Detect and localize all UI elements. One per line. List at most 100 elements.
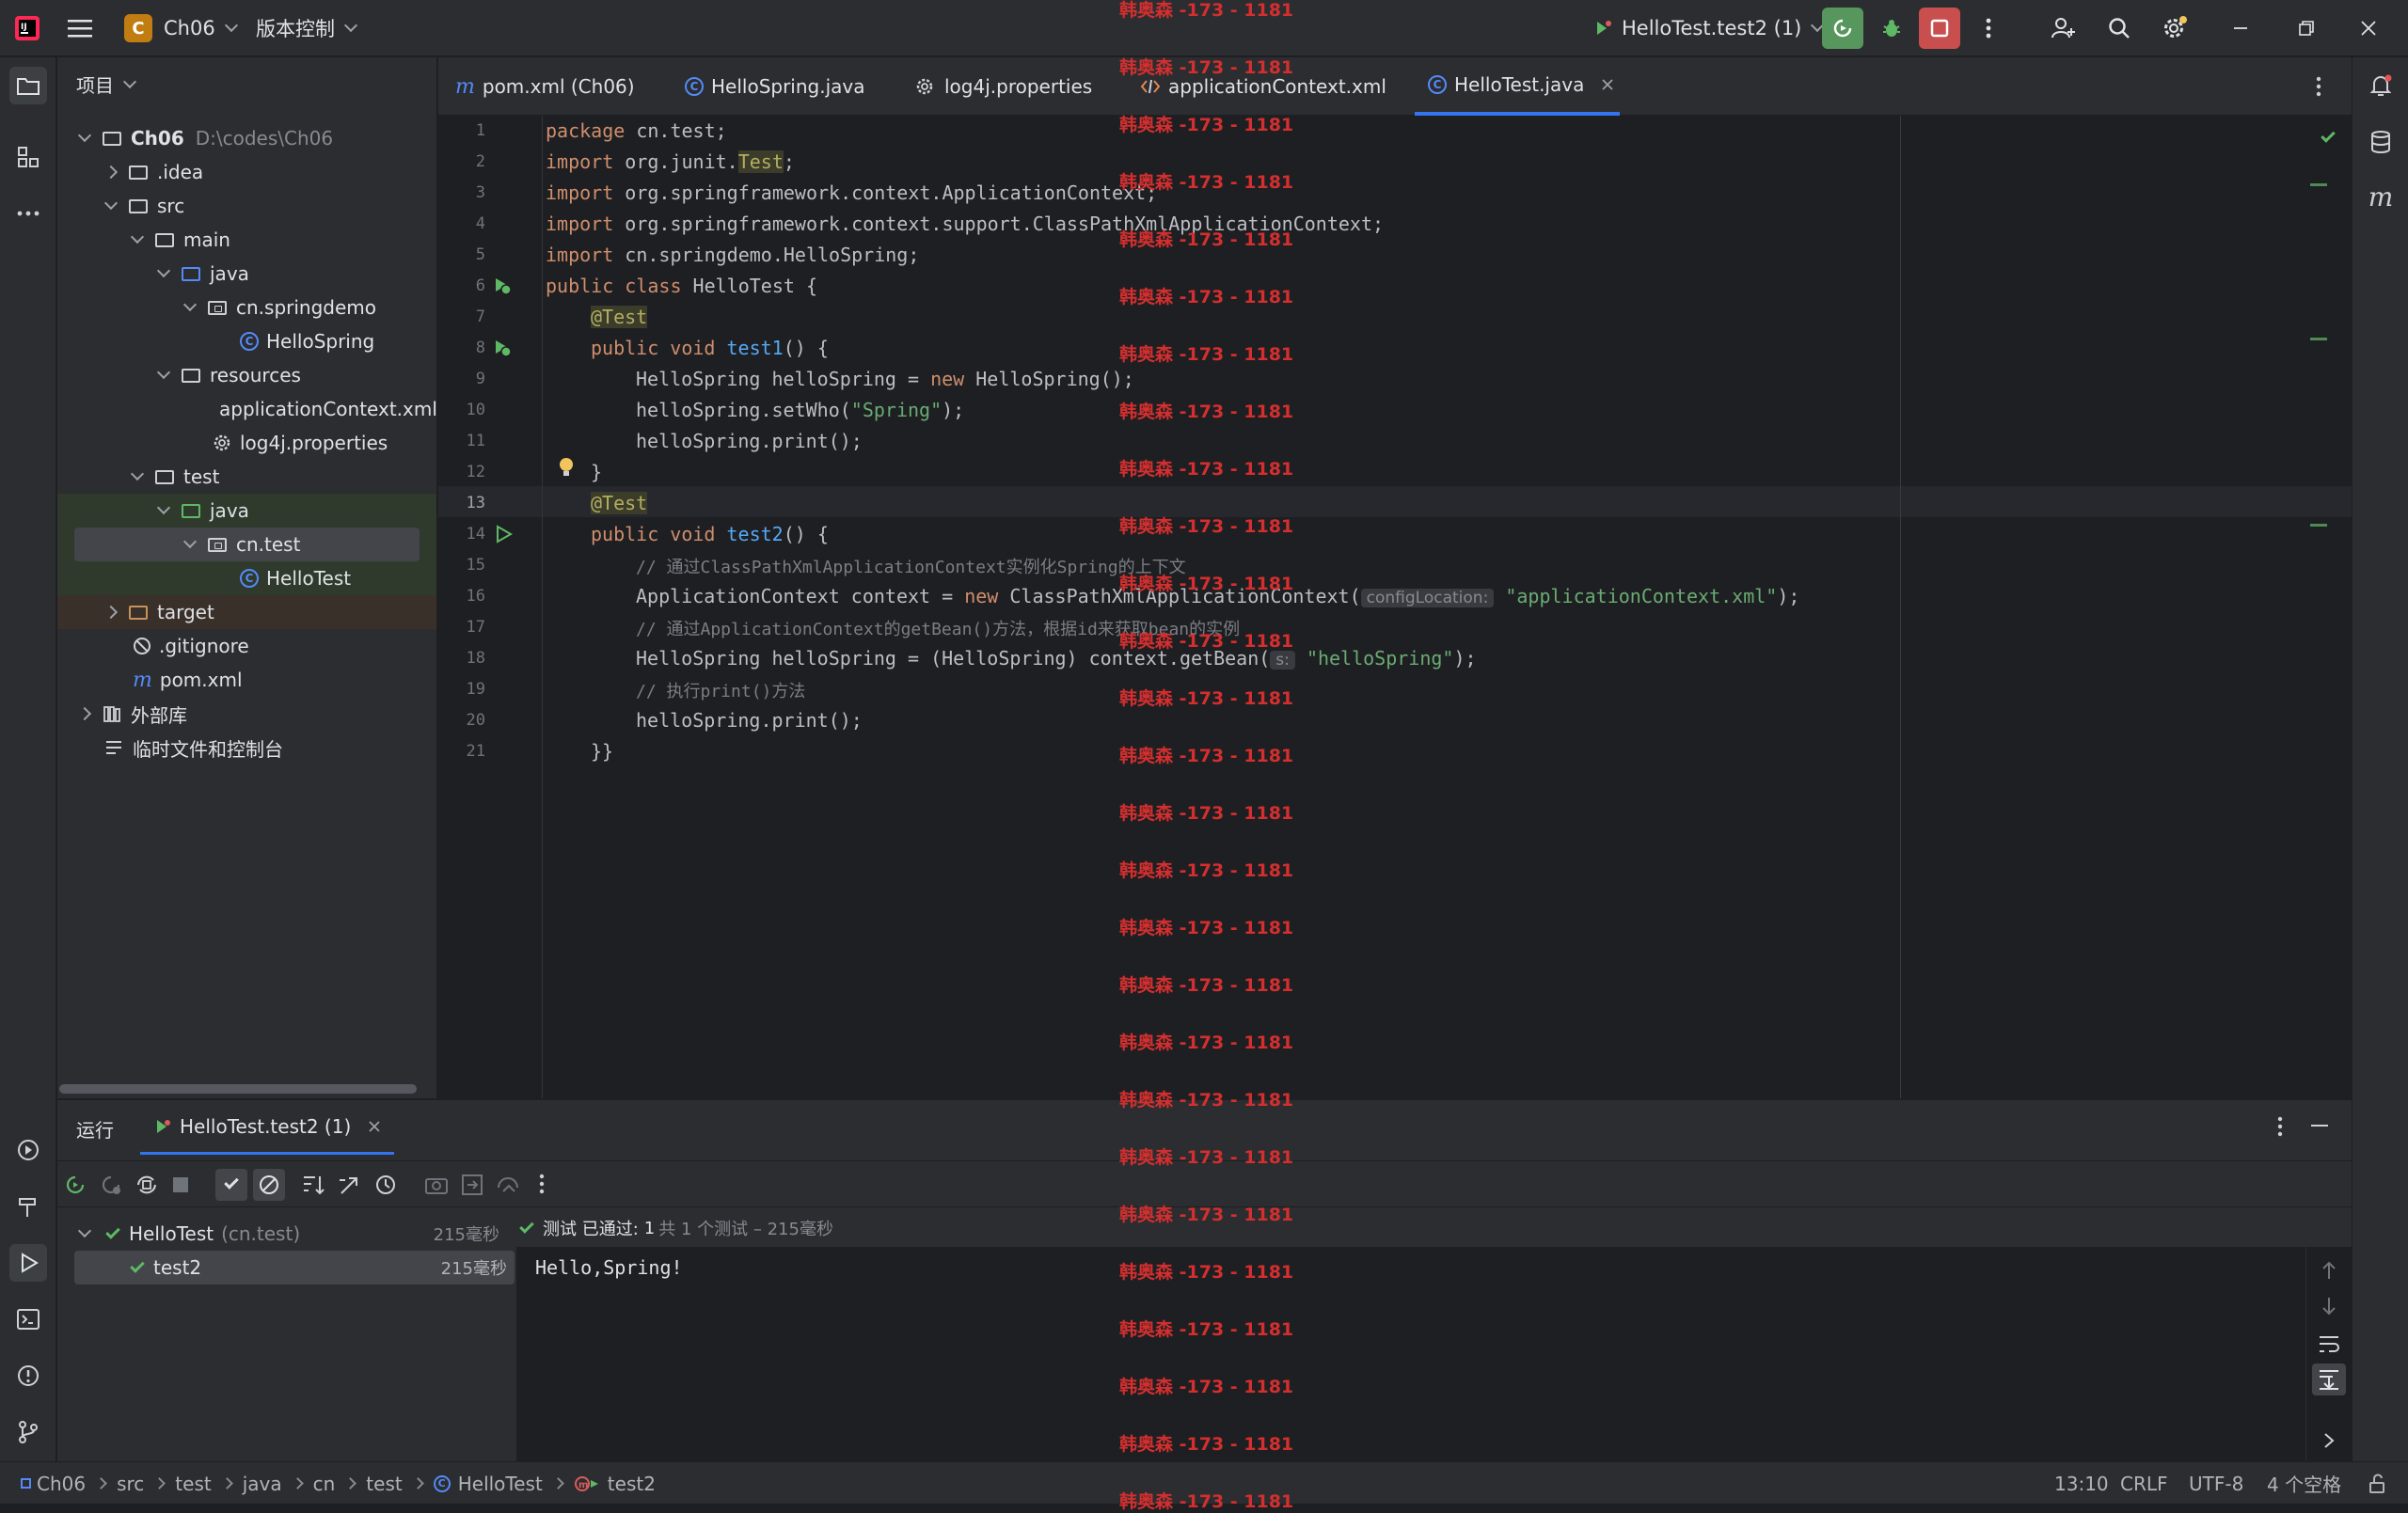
- show-ignored-toggle[interactable]: [253, 1169, 285, 1201]
- camera-icon[interactable]: [424, 1173, 449, 1197]
- debug-button[interactable]: [1871, 8, 1912, 49]
- tree-node-root[interactable]: Ch06 D:\codes\Ch06: [57, 121, 436, 155]
- arrow-up-icon[interactable]: [2320, 1260, 2338, 1281]
- stop-icon[interactable]: [170, 1174, 191, 1195]
- inspection-ok-icon[interactable]: [2318, 125, 2344, 148]
- more-vertical-icon[interactable]: [539, 1173, 545, 1195]
- database-tool-button[interactable]: [2362, 123, 2400, 161]
- tab-log4j[interactable]: log4j.properties: [914, 57, 1092, 116]
- settings-button[interactable]: [2154, 8, 2195, 49]
- import-tests-icon[interactable]: [496, 1173, 522, 1197]
- tree-node-pom[interactable]: m pom.xml: [57, 663, 436, 697]
- add-user-button[interactable]: [2043, 8, 2084, 49]
- source-folder-icon: [182, 266, 200, 281]
- tree-node-test-java[interactable]: java: [57, 494, 436, 528]
- test-suite-row[interactable]: HelloTest (cn.test) 215毫秒: [57, 1217, 509, 1251]
- tree-node-hellotest[interactable]: C HelloTest: [57, 561, 436, 595]
- run-options-button[interactable]: [2277, 1115, 2283, 1143]
- breadcrumb-item[interactable]: Ch06: [37, 1473, 86, 1495]
- code-editor[interactable]: 1 2 3 4 5 6 7 8 9 10 11 12 13 14 15 16 17 18 19 20 21 packag…: [438, 116, 2352, 1098]
- build-tool-button[interactable]: [9, 1188, 47, 1225]
- breadcrumb-item[interactable]: src: [117, 1473, 144, 1495]
- readonly-toggle[interactable]: [2368, 1462, 2387, 1505]
- history-icon[interactable]: [373, 1173, 400, 1197]
- tree-node-idea[interactable]: .idea: [57, 155, 436, 189]
- tab-pom[interactable]: m pom.xml (Ch06): [455, 57, 635, 116]
- run-test1-gutter-icon[interactable]: [492, 338, 513, 358]
- arrow-down-icon[interactable]: [2320, 1296, 2338, 1316]
- main-menu-icon[interactable]: [68, 0, 92, 56]
- run-panel-title: 运行: [76, 1119, 114, 1142]
- tree-node-external-libs[interactable]: 外部库: [57, 697, 436, 731]
- tree-node-cn-springdemo[interactable]: cn.springdemo: [57, 291, 436, 324]
- services-tool-button[interactable]: [9, 1131, 47, 1169]
- close-window-button[interactable]: [2348, 8, 2389, 49]
- lightbulb-icon[interactable]: [557, 456, 576, 479]
- close-tab-icon[interactable]: [1601, 78, 1614, 91]
- run-tool-button[interactable]: [9, 1244, 47, 1282]
- problems-tool-button[interactable]: [9, 1357, 47, 1395]
- more-tools-button[interactable]: [9, 195, 47, 232]
- run-config-selector[interactable]: HelloTest.test2 (1): [1593, 0, 1825, 56]
- tree-node-main-java[interactable]: java: [57, 257, 436, 291]
- tree-node-log4j[interactable]: log4j.properties: [57, 426, 436, 460]
- breadcrumb-item[interactable]: java: [243, 1473, 282, 1495]
- tree-node-resources[interactable]: resources: [57, 358, 436, 392]
- project-switcher[interactable]: C Ch06: [124, 0, 238, 56]
- tree-node-scratches[interactable]: 临时文件和控制台: [57, 731, 436, 764]
- restore-button[interactable]: [2286, 8, 2327, 49]
- notifications-button[interactable]: [2362, 67, 2400, 104]
- tab-hellospring[interactable]: C HelloSpring.java: [685, 57, 865, 116]
- tree-node-src[interactable]: src: [57, 189, 436, 223]
- run-class-gutter-icon[interactable]: [492, 276, 513, 296]
- run-tab[interactable]: HelloTest.test2 (1): [140, 1100, 395, 1155]
- caret-position[interactable]: 13:10: [2054, 1462, 2109, 1505]
- breadcrumb-item[interactable]: test: [175, 1473, 211, 1495]
- breadcrumb-item[interactable]: cn: [313, 1473, 336, 1495]
- hide-panel-button[interactable]: [2311, 1125, 2328, 1127]
- tree-node-gitignore[interactable]: .gitignore: [57, 629, 436, 663]
- terminal-tool-button[interactable]: [9, 1300, 47, 1338]
- indent-setting[interactable]: 4 个空格: [2267, 1462, 2341, 1505]
- search-button[interactable]: [2099, 8, 2140, 49]
- rerun-button[interactable]: [1822, 8, 1863, 49]
- tree-node-hellospring[interactable]: C HelloSpring: [57, 324, 436, 358]
- project-view-selector[interactable]: 项目: [76, 71, 137, 98]
- app-logo-icon[interactable]: IJ: [13, 0, 41, 56]
- horizontal-scrollbar[interactable]: [59, 1084, 417, 1094]
- rerun-icon[interactable]: [63, 1173, 87, 1197]
- breadcrumb-item[interactable]: HelloTest: [458, 1473, 543, 1495]
- tree-node-test[interactable]: test: [57, 460, 436, 494]
- chevron-right-icon[interactable]: [2321, 1431, 2337, 1450]
- structure-tool-button[interactable]: [9, 138, 47, 176]
- tab-hellotest[interactable]: C HelloTest.java: [1415, 57, 1620, 116]
- vcs-menu[interactable]: 版本控制: [256, 0, 358, 56]
- test-case-row[interactable]: test2 215毫秒: [74, 1251, 515, 1284]
- export-icon[interactable]: [460, 1173, 484, 1197]
- more-actions-button[interactable]: [1968, 8, 2009, 49]
- project-tool-button[interactable]: [9, 67, 47, 104]
- file-encoding[interactable]: UTF-8: [2189, 1462, 2243, 1505]
- git-tool-button[interactable]: [9, 1413, 47, 1451]
- sort-alpha-icon[interactable]: [302, 1173, 328, 1197]
- tree-node-target[interactable]: target: [57, 595, 436, 629]
- tree-node-main[interactable]: main: [57, 223, 436, 257]
- close-tab-icon[interactable]: [368, 1120, 381, 1133]
- tree-node-cn-test[interactable]: cn.test: [57, 528, 436, 561]
- scroll-to-end-toggle[interactable]: [2312, 1363, 2346, 1395]
- run-test2-gutter-icon[interactable]: [494, 524, 515, 544]
- breadcrumb-item[interactable]: test2: [608, 1473, 656, 1495]
- sort-duration-icon[interactable]: [338, 1173, 364, 1197]
- show-passed-toggle[interactable]: [215, 1169, 247, 1201]
- maven-tool-button[interactable]: m: [2362, 178, 2400, 215]
- console-output[interactable]: Hello,Spring!: [516, 1247, 2305, 1463]
- rerun-failed-icon[interactable]: [99, 1173, 123, 1197]
- soft-wrap-icon[interactable]: [2318, 1333, 2340, 1354]
- tab-options-button[interactable]: [2316, 57, 2321, 116]
- line-separator[interactable]: CRLF: [2120, 1462, 2168, 1505]
- breadcrumb-item[interactable]: test: [366, 1473, 402, 1495]
- minimize-button[interactable]: [2220, 8, 2261, 49]
- toggle-auto-test-icon[interactable]: [135, 1173, 159, 1197]
- tree-node-applicationcontext[interactable]: applicationContext.xml: [57, 392, 437, 426]
- stop-button[interactable]: [1919, 8, 1960, 49]
